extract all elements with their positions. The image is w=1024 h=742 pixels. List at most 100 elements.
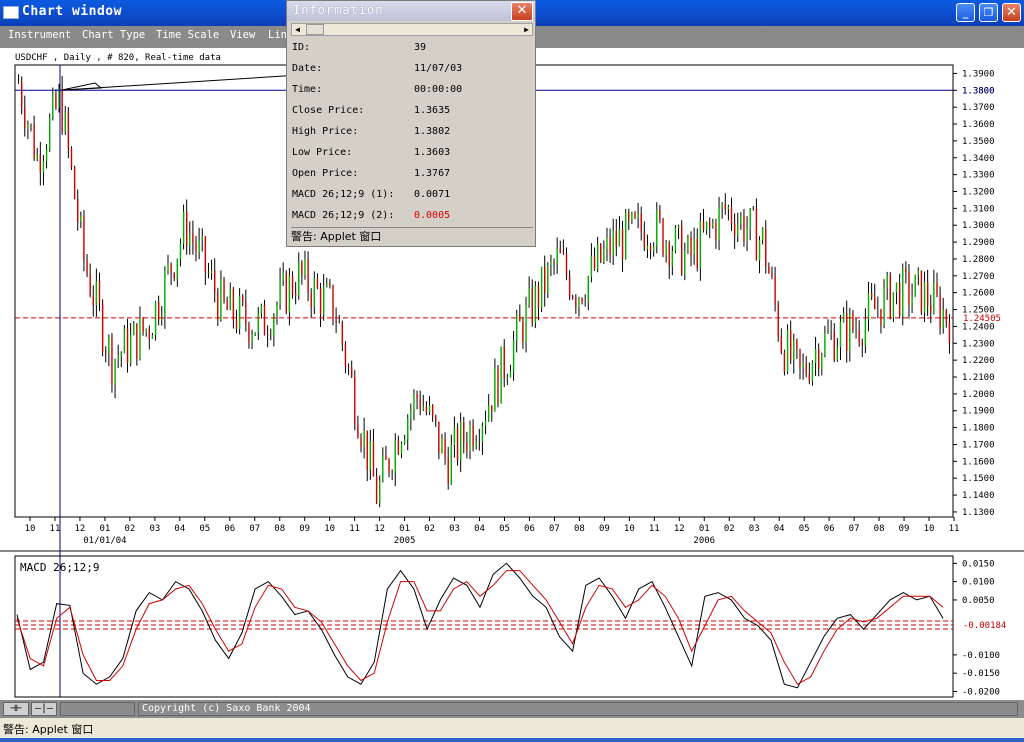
macd-line [16, 562, 944, 689]
x-tick-label: 03 [449, 524, 460, 534]
info-row: MACD 26;12;9 (1): 0.0071 [292, 189, 532, 205]
info-row: Open Price: 1.3767 [292, 168, 532, 184]
menu-view[interactable]: View [230, 29, 255, 41]
y-tick-label: 1.3100 [962, 204, 995, 214]
x-tick-label: 05 [199, 524, 210, 534]
x-tick-label: 09 [599, 524, 610, 534]
app-icon [3, 6, 19, 19]
info-value: 11/07/03 [414, 63, 463, 74]
info-row: Date: 11/07/03 [292, 63, 532, 79]
macd-y-tick-label: -0.0200 [962, 688, 1000, 698]
info-row: High Price: 1.3802 [292, 126, 532, 142]
info-row: Close Price: 1.3635 [292, 105, 532, 121]
info-row: Low Price: 1.3603 [292, 147, 532, 163]
info-value: 0.0005 [414, 210, 451, 221]
macd-y-tick-label: 0.0050 [962, 596, 995, 606]
scroll-thumb[interactable] [306, 24, 324, 35]
macd-y-tick-label: -0.0100 [962, 651, 1000, 661]
y-tick-label: 1.1800 [962, 424, 995, 434]
x-tick-label: 07 [249, 524, 260, 534]
x-tick-label: 11 [949, 524, 960, 534]
x-tick-label: 06 [824, 524, 835, 534]
info-value: 1.3802 [414, 126, 451, 137]
x-tick-label: 04 [774, 524, 785, 534]
popup-scrollbar[interactable]: ◀ ▶ [291, 23, 533, 36]
x-tick-label: 02 [124, 524, 135, 534]
y-tick-label: 1.2400 [962, 322, 995, 332]
x-year-label: 2005 [394, 536, 416, 546]
info-label: Time: [292, 84, 323, 95]
x-tick-label: 10 [924, 524, 935, 534]
info-label: High Price: [292, 126, 359, 137]
x-tick-label: 07 [549, 524, 560, 534]
macd-panel-frame [14, 555, 954, 698]
x-year-label: 01/01/04 [83, 536, 126, 546]
x-tick-label: 09 [899, 524, 910, 534]
info-label: Date: [292, 63, 323, 74]
info-row: ID: 39 [292, 42, 532, 58]
macd-title: MACD 26;12;9 [20, 561, 99, 574]
macd-y-tick-label: 0.0150 [962, 559, 995, 569]
zoom-fit-button[interactable]: ⊣⊢ [3, 702, 29, 716]
x-tick-label: 10 [25, 524, 36, 534]
scroll-left-arrow-icon[interactable]: ◀ [292, 24, 303, 35]
information-popup[interactable]: Information ✕ ◀ ▶ ID: 39 Date: 11/07/03 Ti… [286, 0, 536, 247]
macd-signal-label: -0.00184 [963, 621, 1006, 631]
y-tick-label: 1.3700 [962, 103, 995, 113]
y-tick-label: 1.3000 [962, 221, 995, 231]
menu-lines[interactable]: Lin [268, 29, 287, 41]
y-tick-label: 1.3600 [962, 120, 995, 130]
y-tick-label: 1.3500 [962, 137, 995, 147]
close-button[interactable]: ✕ [1002, 3, 1021, 22]
x-tick-label: 06 [224, 524, 235, 534]
y-tick-label: 1.3300 [962, 171, 995, 181]
macd-signal-series [16, 570, 944, 685]
y-tick-label: 1.3900 [962, 69, 995, 79]
macd-y-tick-label: -0.0150 [962, 669, 1000, 679]
y-tick-label: 1.2800 [962, 255, 995, 265]
info-value: 39 [414, 42, 427, 53]
crosshair-button[interactable]: —|— [31, 702, 57, 716]
y-tick-label: 1.1500 [962, 474, 995, 484]
x-tick-label: 11 [50, 524, 61, 534]
popup-title-bar[interactable]: Information ✕ [287, 1, 535, 21]
restore-button[interactable]: ❐ [979, 3, 998, 22]
y-tick-label: 1.1400 [962, 491, 995, 501]
info-value: 1.3767 [414, 168, 451, 179]
y-tick-label: 1.2900 [962, 238, 995, 248]
info-value: 0.0071 [414, 189, 451, 200]
info-row: MACD 26;12;9 (2): 0.0005 [292, 210, 532, 226]
y-tick-label: 1.1600 [962, 457, 995, 467]
popup-warning-text: 警告: Applet 窗口 [291, 227, 533, 245]
macd-y-tick-label: 0.0100 [962, 578, 995, 588]
x-tick-label: 12 [75, 524, 86, 534]
y-tick-label: 1.1900 [962, 407, 995, 417]
x-tick-label: 01 [99, 524, 110, 534]
status-field [60, 702, 135, 716]
x-tick-label: 12 [674, 524, 685, 534]
info-value: 00:00:00 [414, 84, 463, 95]
taskbar-edge [0, 738, 1024, 742]
x-tick-label: 01 [699, 524, 710, 534]
popup-close-button[interactable]: ✕ [511, 2, 533, 21]
info-label: ID: [292, 42, 311, 53]
info-label: Close Price: [292, 105, 365, 116]
menu-instrument[interactable]: Instrument [8, 29, 71, 41]
scroll-right-arrow-icon[interactable]: ▶ [521, 24, 532, 35]
popup-body: ID: 39 Date: 11/07/03 Time: 00:00:00 Close … [287, 38, 535, 224]
info-row: Time: 00:00:00 [292, 84, 532, 100]
x-tick-label: 08 [274, 524, 285, 534]
menu-time-scale[interactable]: Time Scale [156, 29, 219, 41]
x-tick-label: 10 [324, 524, 335, 534]
info-label: Open Price: [292, 168, 359, 179]
info-label: Low Price: [292, 147, 353, 158]
x-tick-label: 03 [149, 524, 160, 534]
x-year-label: 2006 [693, 536, 715, 546]
current-price-label: 1.24505 [963, 314, 1001, 324]
x-tick-label: 10 [624, 524, 635, 534]
minimize-button[interactable]: _ [956, 3, 975, 22]
crosshair-price-label: 1.3800 [962, 86, 995, 96]
menu-chart-type[interactable]: Chart Type [82, 29, 145, 41]
x-tick-label: 03 [749, 524, 760, 534]
info-value: 1.3603 [414, 147, 451, 158]
